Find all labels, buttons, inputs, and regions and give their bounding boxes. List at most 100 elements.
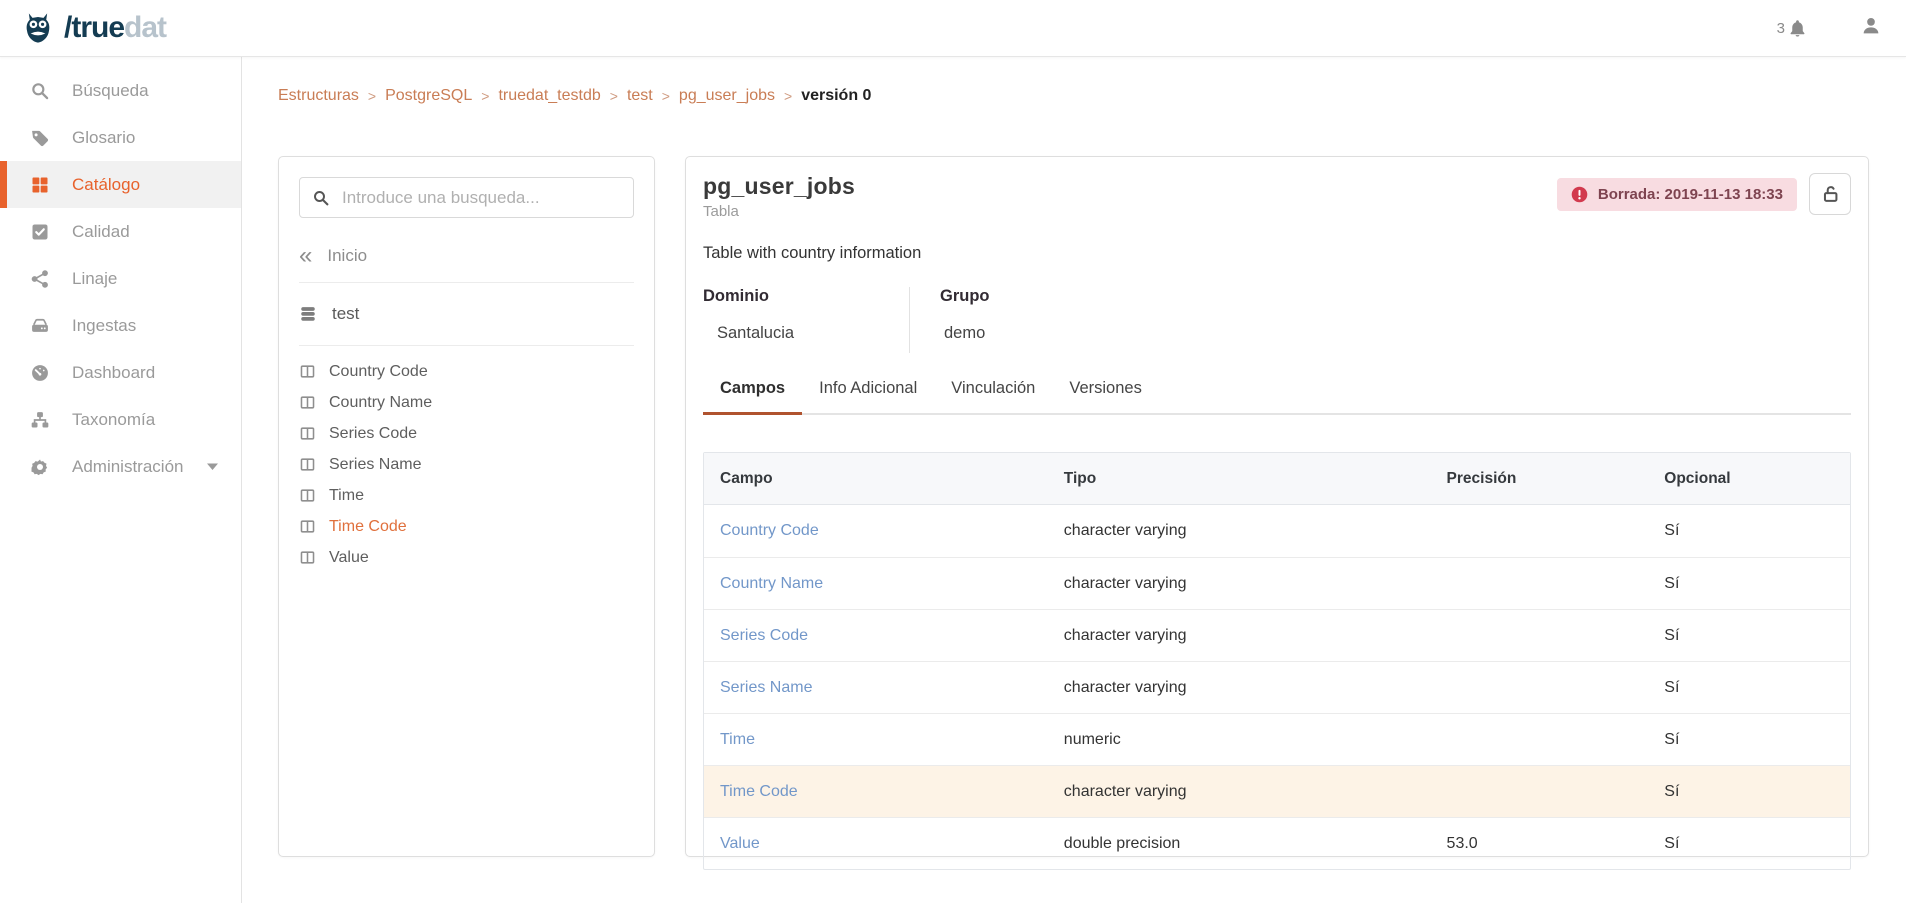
sidebar-item-catalogo[interactable]: Catálogo [0, 161, 241, 208]
field-type: character varying [1048, 522, 1431, 540]
sidebar-item-taxonomia[interactable]: Taxonomía [0, 396, 241, 443]
breadcrumb-separator: > [610, 88, 618, 104]
sidebar-item-busqueda[interactable]: Búsqueda [0, 67, 241, 114]
deleted-badge: Borrada: 2019-11-13 18:33 [1557, 178, 1797, 211]
sidebar-item-linaje[interactable]: Linaje [0, 255, 241, 302]
explorer-field-country-code[interactable]: Country Code [299, 360, 634, 383]
sidebar-item-ingestas[interactable]: Ingestas [0, 302, 241, 349]
field-optional: Sí [1648, 575, 1850, 593]
col-header-opcional: Opcional [1648, 470, 1850, 488]
field-type: double precision [1048, 835, 1431, 853]
field-optional: Sí [1648, 679, 1850, 697]
deleted-badge-text: Borrada: 2019-11-13 18:33 [1598, 186, 1783, 203]
breadcrumb-link-postgresql[interactable]: PostgreSQL [385, 87, 472, 105]
breadcrumb-link-truedat-testdb[interactable]: truedat_testdb [498, 87, 600, 105]
tab-versiones[interactable]: Versiones [1052, 373, 1158, 415]
explorer-search-input[interactable] [342, 188, 621, 208]
structure-detail-card: pg_user_jobs Tabla Borrada: 2019-11-13 1… [685, 156, 1869, 857]
fields-table-header: Campo Tipo Precisión Opcional [704, 453, 1850, 505]
breadcrumb-link-test[interactable]: test [627, 87, 653, 105]
table-row: Time numeric Sí [704, 713, 1850, 765]
breadcrumb-separator: > [784, 88, 792, 104]
content-area: Estructuras > PostgreSQL > truedat_testd… [242, 57, 1906, 903]
table-column-icon [299, 518, 316, 535]
unlock-icon [1819, 183, 1841, 205]
field-type: character varying [1048, 679, 1431, 697]
lock-toggle-button[interactable] [1809, 173, 1851, 215]
bell-icon [1787, 18, 1808, 39]
field-link[interactable]: Country Code [720, 522, 819, 539]
col-header-precision: Precisión [1431, 470, 1649, 488]
breadcrumb-separator: > [481, 88, 489, 104]
field-link[interactable]: Series Code [720, 627, 808, 644]
sidebar-label: Catálogo [72, 175, 140, 195]
table-column-icon [299, 394, 316, 411]
field-label: Time [329, 487, 364, 505]
breadcrumb-current-version: versión 0 [801, 87, 871, 105]
sidebar-label: Dashboard [72, 363, 155, 383]
explorer-back-home[interactable]: « Inicio [299, 230, 634, 282]
check-square-icon [30, 222, 50, 242]
search-icon [312, 189, 330, 207]
field-type: character varying [1048, 575, 1431, 593]
tag-icon [30, 128, 50, 148]
breadcrumb-link-pg-user-jobs[interactable]: pg_user_jobs [679, 87, 775, 105]
notification-count: 3 [1777, 20, 1785, 37]
explorer-field-value[interactable]: Value [299, 546, 634, 569]
field-link[interactable]: Series Name [720, 679, 812, 696]
fields-table: Campo Tipo Precisión Opcional Country Co… [703, 452, 1851, 870]
structure-tabs: Campos Info Adicional Vinculación Versio… [703, 373, 1851, 415]
field-optional: Sí [1648, 731, 1850, 749]
field-link[interactable]: Value [720, 835, 760, 852]
field-link[interactable]: Time [720, 731, 755, 748]
field-optional: Sí [1648, 835, 1850, 853]
user-menu-button[interactable] [1860, 15, 1882, 42]
logo-wordmark: /truedat [64, 13, 166, 43]
table-row: Value double precision 53.0 Sí [704, 817, 1850, 869]
explorer-field-time-code[interactable]: Time Code [299, 515, 634, 538]
table-row: Series Name character varying Sí [704, 661, 1850, 713]
explorer-schema-test[interactable]: test [299, 283, 634, 345]
tab-campos[interactable]: Campos [703, 373, 802, 415]
explorer-field-country-name[interactable]: Country Name [299, 391, 634, 414]
field-optional: Sí [1648, 783, 1850, 801]
structure-explorer-panel: « Inicio test Country Code Country Name … [278, 156, 655, 857]
share-icon [30, 269, 50, 289]
explorer-field-time[interactable]: Time [299, 484, 634, 507]
sidebar-item-glosario[interactable]: Glosario [0, 114, 241, 161]
explorer-search-box [299, 177, 634, 218]
sidebar-item-administracion[interactable]: Administración [0, 443, 241, 490]
sidebar-label: Ingestas [72, 316, 136, 336]
sidebar-item-dashboard[interactable]: Dashboard [0, 349, 241, 396]
breadcrumb-link-estructuras[interactable]: Estructuras [278, 87, 359, 105]
breadcrumb-separator: > [368, 88, 376, 104]
group-value: demo [940, 324, 1851, 343]
field-type: character varying [1048, 783, 1431, 801]
sidebar-label: Administración [72, 457, 184, 477]
sidebar-label: Búsqueda [72, 81, 149, 101]
notifications-button[interactable]: 3 [1777, 18, 1808, 39]
field-type: numeric [1048, 731, 1431, 749]
field-label: Country Code [329, 363, 428, 381]
breadcrumb-separator: > [662, 88, 670, 104]
gear-icon [30, 457, 50, 477]
explorer-field-series-code[interactable]: Series Code [299, 422, 634, 445]
database-icon [299, 305, 317, 323]
sidebar-label: Linaje [72, 269, 117, 289]
main-sidebar: Búsqueda Glosario Catálogo Calidad Linaj… [0, 57, 242, 903]
truedat-logo[interactable]: /truedat [0, 6, 166, 50]
field-link[interactable]: Country Name [720, 575, 823, 592]
explorer-field-list: Country Code Country Name Series Code Se… [299, 360, 634, 569]
sidebar-label: Taxonomía [72, 410, 155, 430]
tab-vinculacion[interactable]: Vinculación [934, 373, 1052, 415]
divider [299, 345, 634, 346]
explorer-schema-label: test [332, 304, 359, 324]
tab-info-adicional[interactable]: Info Adicional [802, 373, 934, 415]
col-header-tipo: Tipo [1048, 470, 1431, 488]
explorer-field-series-name[interactable]: Series Name [299, 453, 634, 476]
domain-value: Santalucia [703, 324, 909, 343]
sidebar-item-calidad[interactable]: Calidad [0, 208, 241, 255]
structure-title: pg_user_jobs [703, 173, 855, 200]
structure-metadata: Dominio Santalucia Grupo demo [703, 287, 1851, 353]
field-link[interactable]: Time Code [720, 783, 798, 800]
